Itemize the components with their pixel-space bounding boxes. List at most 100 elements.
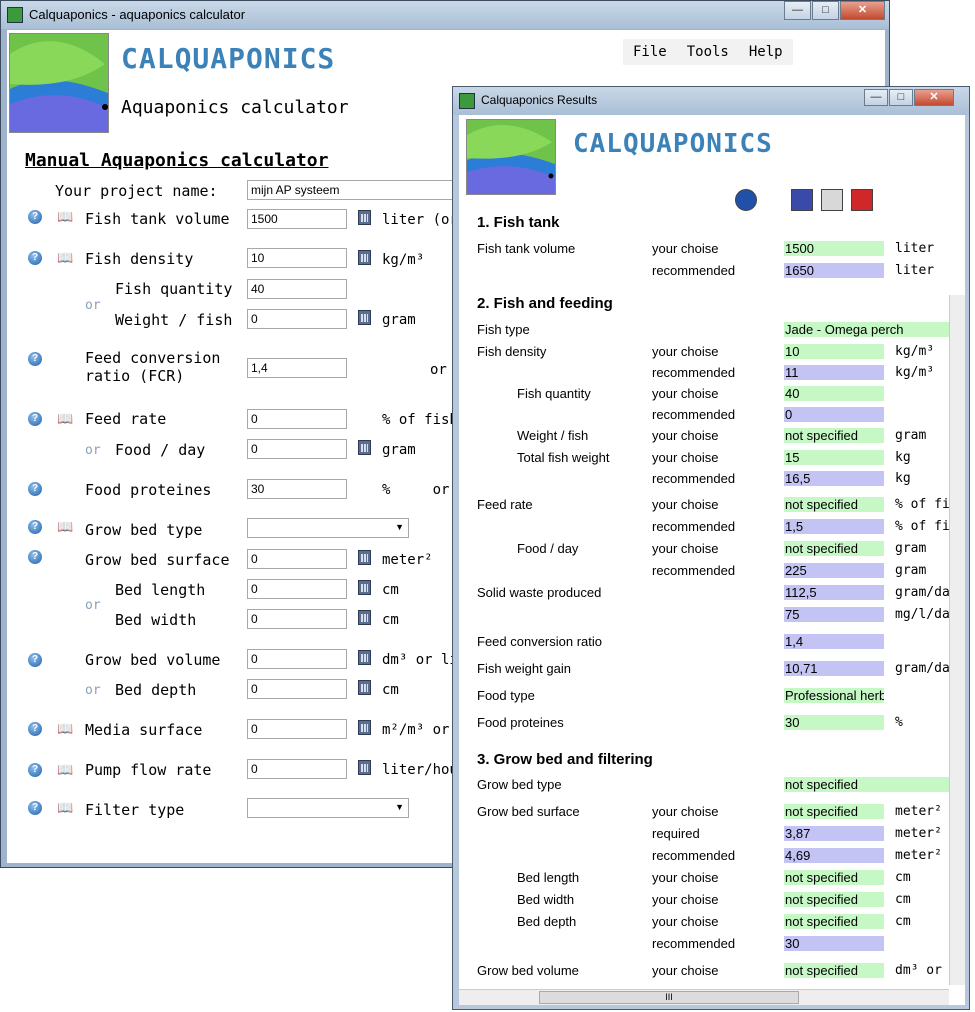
- unit-label: kg: [895, 471, 911, 486]
- calculator-icon[interactable]: [358, 680, 371, 695]
- pump-flow-rate-input[interactable]: 0: [247, 759, 347, 779]
- value-cell: 10,71: [784, 661, 884, 676]
- value-cell: 40: [784, 386, 884, 401]
- save-icon[interactable]: [791, 189, 813, 211]
- fcr-input[interactable]: 1,4: [247, 358, 347, 378]
- fish-quantity-input[interactable]: 40: [247, 279, 347, 299]
- scroll-thumb[interactable]: III: [539, 991, 799, 1004]
- help-icon[interactable]: ?: [28, 251, 42, 265]
- grow-bed-surface-input[interactable]: 0: [247, 549, 347, 569]
- maximize-button[interactable]: □: [889, 89, 913, 106]
- results-content: 1. Fish tank Fish tank volume your chois…: [459, 210, 949, 990]
- help-icon[interactable]: ?: [28, 520, 42, 534]
- unit-label: gram: [895, 541, 927, 556]
- book-icon[interactable]: 📖: [57, 412, 73, 425]
- book-icon[interactable]: 📖: [57, 210, 73, 223]
- calculator-icon[interactable]: [358, 440, 371, 455]
- row-label: Feed conversion ratio: [477, 634, 603, 649]
- filter-type-select[interactable]: [247, 798, 409, 818]
- menu-file[interactable]: File: [623, 44, 677, 60]
- menu-tools[interactable]: Tools: [677, 44, 739, 60]
- weight-fish-input[interactable]: 0: [247, 309, 347, 329]
- book-icon[interactable]: 📖: [57, 801, 73, 814]
- fish-density-label: Fish density: [85, 250, 194, 268]
- logo-image: [9, 33, 109, 133]
- food-day-label: Food / day: [115, 441, 206, 459]
- row-label: Bed width: [517, 892, 575, 907]
- minimize-button[interactable]: —: [864, 89, 888, 106]
- close-button[interactable]: ✕: [914, 89, 954, 106]
- vertical-scrollbar[interactable]: [949, 295, 965, 985]
- project-name-input[interactable]: mijn AP systeem: [247, 180, 467, 200]
- info-icon[interactable]: [735, 189, 757, 211]
- row-label: Weight / fish: [517, 428, 589, 443]
- recommended-label: recommended: [652, 471, 736, 486]
- row-label: Food proteines: [477, 715, 564, 730]
- calculator-icon[interactable]: [358, 550, 371, 565]
- unit-label: mg/l/da: [895, 607, 949, 622]
- print-icon[interactable]: [821, 189, 843, 211]
- row-label: Food type: [477, 688, 535, 703]
- calculator-icon[interactable]: [358, 760, 371, 775]
- minimize-button[interactable]: —: [784, 1, 811, 20]
- maximize-button[interactable]: □: [812, 1, 839, 20]
- delete-icon[interactable]: [851, 189, 873, 211]
- calculator-icon[interactable]: [358, 210, 371, 225]
- recommended-label: recommended: [652, 848, 736, 863]
- main-title-bar[interactable]: Calquaponics - aquaponics calculator — □…: [1, 1, 889, 29]
- book-icon[interactable]: 📖: [57, 763, 73, 776]
- close-button[interactable]: ✕: [840, 1, 885, 20]
- recommended-label: recommended: [652, 936, 736, 951]
- value-cell: 15: [784, 450, 884, 465]
- help-icon[interactable]: ?: [28, 412, 42, 426]
- book-icon[interactable]: 📖: [57, 251, 73, 264]
- fish-tank-volume-label: Fish tank volume: [85, 210, 230, 228]
- unit-label: cm: [895, 892, 911, 907]
- app-icon: [459, 93, 475, 109]
- bed-length-input[interactable]: 0: [247, 579, 347, 599]
- bed-width-input[interactable]: 0: [247, 609, 347, 629]
- unit-label: liter: [895, 263, 935, 278]
- calculator-icon[interactable]: [358, 650, 371, 665]
- unit-label: cm: [895, 914, 911, 929]
- recommended-label: recommended: [652, 519, 736, 534]
- calculator-icon[interactable]: [358, 250, 371, 265]
- help-icon[interactable]: ?: [28, 352, 42, 366]
- filter-type-label: Filter type: [85, 801, 185, 819]
- help-icon[interactable]: ?: [28, 653, 42, 667]
- calculator-icon[interactable]: [358, 580, 371, 595]
- menu-bar: File Tools Help: [623, 39, 793, 65]
- calculator-icon[interactable]: [358, 310, 371, 325]
- book-icon[interactable]: 📖: [57, 722, 73, 735]
- help-icon[interactable]: ?: [28, 722, 42, 736]
- food-proteines-unit: % or: [382, 482, 450, 498]
- media-surface-input[interactable]: 0: [247, 719, 347, 739]
- book-icon[interactable]: 📖: [57, 520, 73, 533]
- food-day-input[interactable]: 0: [247, 439, 347, 459]
- help-icon[interactable]: ?: [28, 482, 42, 496]
- fish-density-input[interactable]: 10: [247, 248, 347, 268]
- value-cell: 4,69: [784, 848, 884, 863]
- horizontal-scrollbar[interactable]: III: [459, 989, 949, 1005]
- help-icon[interactable]: ?: [28, 550, 42, 564]
- help-icon[interactable]: ?: [28, 763, 42, 777]
- logo-image: [466, 119, 556, 195]
- grow-bed-volume-label: Grow bed volume: [85, 651, 221, 669]
- bed-depth-input[interactable]: 0: [247, 679, 347, 699]
- feed-rate-input[interactable]: 0: [247, 409, 347, 429]
- calculator-icon[interactable]: [358, 720, 371, 735]
- menu-help[interactable]: Help: [739, 44, 793, 60]
- feed-rate-unit: % of fish: [382, 412, 458, 428]
- grow-bed-type-select[interactable]: [247, 518, 409, 538]
- grow-bed-volume-input[interactable]: 0: [247, 649, 347, 669]
- food-proteines-input[interactable]: 30: [247, 479, 347, 499]
- row-label: Bed depth: [517, 914, 577, 929]
- fish-tank-volume-input[interactable]: 1500: [247, 209, 347, 229]
- help-icon[interactable]: ?: [28, 210, 42, 224]
- unit-label: gram/da: [895, 661, 949, 676]
- results-title-bar[interactable]: Calquaponics Results — □ ✕: [453, 87, 969, 115]
- calculator-icon[interactable]: [358, 610, 371, 625]
- help-icon[interactable]: ?: [28, 801, 42, 815]
- media-surface-unit: m²/m³ or: [382, 722, 450, 738]
- pump-flow-rate-unit: liter/hou: [382, 762, 458, 778]
